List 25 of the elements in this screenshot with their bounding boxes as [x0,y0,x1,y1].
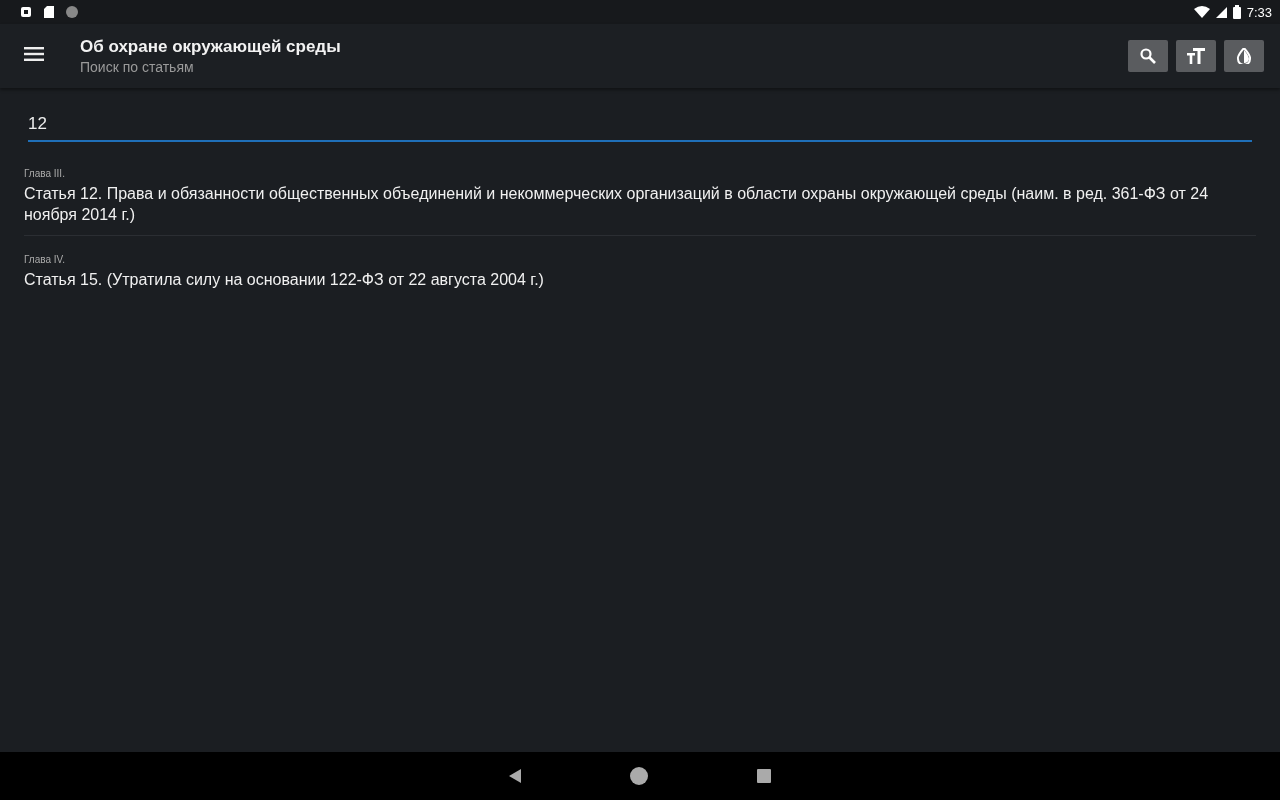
result-item[interactable]: Глава III. Статья 12. Права и обязанности общественных объединений и некоммерческих организаций в области охраны окружающей среды (наим. в ред. 361-ФЗ от 24 ноября 2014 г.) [24,164,1256,236]
search-icon [1140,48,1156,64]
article-title: Статья 12. Права и обязанности общественных объединений и некоммерческих организаций в области охраны окружающей среды (наим. в ред. 361-ФЗ от 24 ноября 2014 г.) [24,184,1210,225]
result-item[interactable]: Глава IV. Статья 15. (Утратила силу на основании 122-ФЗ от 22 августа 2004 г.) [24,250,1256,300]
chapter-label: Глава III. [24,168,66,179]
back-icon[interactable] [509,769,521,783]
menu-icon[interactable] [24,47,44,61]
text-size-icon [1187,48,1205,64]
app-title: Об охране окружающей среды [80,37,342,57]
search-button[interactable] [1128,40,1168,72]
battery-icon [1232,5,1241,19]
circle-icon [66,6,78,18]
app-subtitle: Поиск по статьям [80,59,195,75]
contrast-button[interactable] [1224,40,1264,72]
article-title: Статья 15. (Утратила силу на основании 122-ФЗ от 22 августа 2004 г.) [24,270,545,290]
home-icon[interactable] [629,766,649,786]
notification-icon [20,6,32,18]
text-size-button[interactable] [1176,40,1216,72]
drop-icon [1237,48,1251,64]
wifi-icon [1193,6,1210,18]
search-field[interactable]: 12 [28,110,1252,142]
signal-icon [1215,6,1227,18]
sd-card-icon [44,6,54,18]
chapter-label: Глава IV. [24,254,67,265]
clock-time: 7:33 [1246,4,1272,20]
